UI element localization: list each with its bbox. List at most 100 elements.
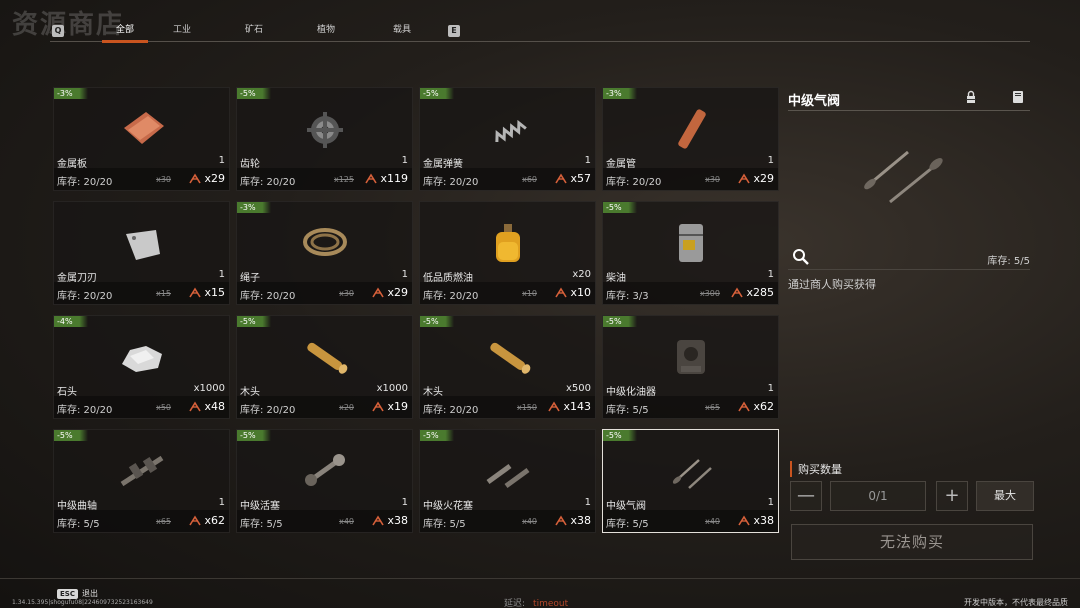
tab-vehicles[interactable]: 载具 <box>390 20 414 42</box>
shop-item-card[interactable]: -3% 金属板 1 库存: 20/20 x30 x29 <box>53 87 230 191</box>
item-stock: 库存: 20/20 <box>423 177 479 188</box>
detail-divider-2 <box>788 269 1030 270</box>
item-price: x62 <box>737 400 774 413</box>
item-stock: 库存: 5/5 <box>606 519 649 530</box>
currency-icon <box>365 172 378 183</box>
shop-item-card[interactable]: -5% 齿轮 1 库存: 20/20 x125 x119 <box>236 87 413 191</box>
item-quantity: 1 <box>401 497 408 508</box>
shop-item-card[interactable]: -3% 金属管 1 库存: 20/20 x30 x29 <box>602 87 779 191</box>
item-price-bar: 库存: 20/20 x20 x19 <box>237 396 412 418</box>
search-icon[interactable] <box>792 248 810 266</box>
detail-divider <box>788 110 1030 111</box>
item-price-bar: 库存: 20/20 x10 x10 <box>420 282 595 304</box>
shop-item-card[interactable]: -5% 中级火花塞 1 库存: 5/5 x40 x38 <box>419 429 596 533</box>
currency-icon <box>555 286 568 297</box>
discount-badge: -3% <box>603 88 637 99</box>
item-price-value: x29 <box>753 172 774 185</box>
item-price-value: x29 <box>387 286 408 299</box>
diesel-barrel-icon <box>679 224 703 262</box>
shop-item-card[interactable]: -5% 柴油 1 库存: 3/3 x300 x285 <box>602 201 779 305</box>
item-stock: 库存: 5/5 <box>240 519 283 530</box>
currency-icon <box>372 400 385 411</box>
item-stock: 库存: 20/20 <box>240 291 296 302</box>
item-price-value: x48 <box>204 400 225 413</box>
shop-item-card[interactable]: -5% 中级曲轴 1 库存: 5/5 x65 x62 <box>53 429 230 533</box>
increase-quantity-button[interactable]: + <box>936 481 968 511</box>
item-stock: 库存: 20/20 <box>423 405 479 416</box>
discount-badge: -5% <box>603 202 637 213</box>
lock-icon[interactable] <box>964 90 978 104</box>
item-original-price: x40 <box>522 517 537 526</box>
tab-all[interactable]: 全部 <box>102 20 148 43</box>
exit-label: 退出 <box>81 589 98 598</box>
currency-icon <box>189 172 202 183</box>
tab-ore[interactable]: 矿石 <box>242 20 266 42</box>
shop-item-card[interactable]: -5% 木头 x1000 库存: 20/20 x20 x19 <box>236 315 413 419</box>
item-original-price: x40 <box>339 517 354 526</box>
item-stock: 库存: 5/5 <box>57 519 100 530</box>
quantity-field[interactable]: 0/1 <box>830 481 926 511</box>
shop-item-card[interactable]: 低品质燃油 x20 库存: 20/20 x10 x10 <box>419 201 596 305</box>
spring-icon <box>495 119 527 143</box>
item-price-bar: 库存: 20/20 x50 x48 <box>54 396 229 418</box>
currency-icon <box>738 400 751 411</box>
currency-icon <box>555 172 568 183</box>
tab-industry[interactable]: 工业 <box>170 20 194 42</box>
item-quantity: 1 <box>584 155 591 166</box>
item-quantity: x1000 <box>376 383 408 394</box>
item-price: x38 <box>371 514 408 527</box>
stone-icon <box>122 346 162 372</box>
detail-title: 中级气阀 <box>788 94 841 109</box>
item-original-price: x300 <box>699 289 720 298</box>
shop-item-card[interactable]: -5% 金属弹簧 1 库存: 20/20 x60 x57 <box>419 87 596 191</box>
max-quantity-button[interactable]: 最大 <box>976 481 1034 511</box>
shop-item-card[interactable]: -4% 石头 x1000 库存: 20/20 x50 x48 <box>53 315 230 419</box>
crankshaft-icon <box>120 455 164 487</box>
shop-item-card[interactable]: -5% 中级化油器 1 库存: 5/5 x65 x62 <box>602 315 779 419</box>
purchase-quantity-label: 购买数量 <box>790 461 842 477</box>
item-price: x29 <box>737 172 774 185</box>
item-price: x29 <box>371 286 408 299</box>
shop-item-card[interactable]: -5% 中级活塞 1 库存: 5/5 x40 x38 <box>236 429 413 533</box>
item-price-bar: 库存: 5/5 x40 x38 <box>420 510 595 532</box>
metal-sheet-icon <box>124 112 164 144</box>
exit-hint[interactable]: ESC 退出 <box>57 588 98 599</box>
tab-prev-key[interactable]: Q <box>52 24 64 37</box>
item-stock: 库存: 20/20 <box>57 177 113 188</box>
item-quantity: 1 <box>401 269 408 280</box>
shop-item-card[interactable]: -5% 木头 x500 库存: 20/20 x150 x143 <box>419 315 596 419</box>
currency-icon <box>738 514 751 525</box>
item-stock: 库存: 20/20 <box>57 291 113 302</box>
wood-log-icon <box>307 342 348 374</box>
tab-next-key[interactable]: E <box>448 24 460 37</box>
item-original-price: x125 <box>333 175 354 184</box>
item-price: x15 <box>188 286 225 299</box>
item-quantity: 1 <box>767 383 774 394</box>
item-original-price: x150 <box>516 403 537 412</box>
tab-plants[interactable]: 植物 <box>314 20 338 42</box>
item-price-value: x29 <box>204 172 225 185</box>
book-icon[interactable] <box>1011 90 1025 104</box>
item-price-value: x38 <box>570 514 591 527</box>
item-quantity: 1 <box>218 497 225 508</box>
detail-description: 通过商人购买获得 <box>788 278 876 291</box>
discount-badge: -5% <box>237 316 271 327</box>
discount-badge: -5% <box>420 88 454 99</box>
buy-button[interactable]: 无法购买 <box>791 524 1033 560</box>
shop-item-card[interactable]: -3% 绳子 1 库存: 20/20 x30 x29 <box>236 201 413 305</box>
currency-icon <box>738 172 751 183</box>
item-price-bar: 库存: 20/20 x150 x143 <box>420 396 595 418</box>
item-price: x38 <box>737 514 774 527</box>
item-price-value: x19 <box>387 400 408 413</box>
item-price-value: x62 <box>204 514 225 527</box>
item-original-price: x20 <box>339 403 354 412</box>
gear-icon <box>307 112 343 148</box>
shop-item-card[interactable]: 金属刀刃 1 库存: 20/20 x15 x15 <box>53 201 230 305</box>
item-stock: 库存: 20/20 <box>606 177 662 188</box>
discount-badge: -5% <box>603 430 637 441</box>
item-price: x29 <box>188 172 225 185</box>
item-stock: 库存: 5/5 <box>606 405 649 416</box>
shop-item-card[interactable]: -5% 中级气阀 1 库存: 5/5 x40 x38 <box>602 429 779 533</box>
item-price-value: x38 <box>387 514 408 527</box>
decrease-quantity-button[interactable]: — <box>790 481 822 511</box>
